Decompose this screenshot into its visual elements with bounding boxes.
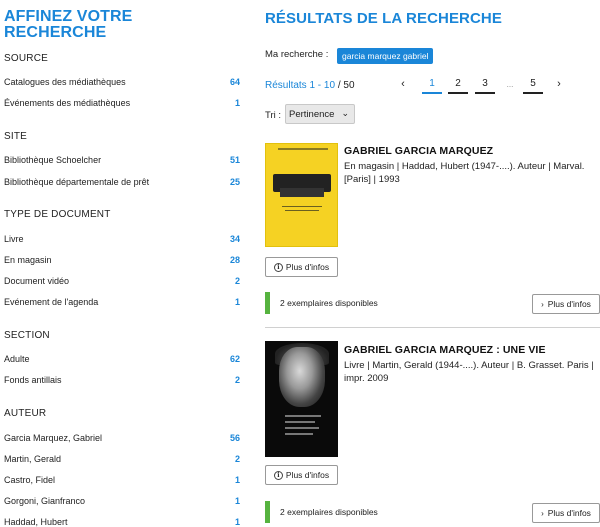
facet-label: Garcia Marquez, Gabriel <box>4 433 103 443</box>
search-query-tag[interactable]: garcia marquez gabriel <box>337 48 434 64</box>
facet-label: Martin, Gerald <box>4 454 62 464</box>
more-info-copies-button[interactable]: › Plus d'infos <box>532 294 600 314</box>
result-title[interactable]: GABRIEL GARCIA MARQUEZ <box>344 145 493 157</box>
facet-label: Adulte <box>4 354 30 364</box>
facet-sidebar: AFFINEZ VOTRE RECHERCHE SOURCE Catalogue… <box>0 0 245 527</box>
results-title: RÉSULTATS DE LA RECHERCHE <box>265 10 502 27</box>
facet-count: 1 <box>234 297 240 307</box>
availability-indicator <box>265 292 270 314</box>
facet-label: Haddad, Hubert <box>4 517 68 527</box>
info-icon: i <box>273 470 283 480</box>
more-info-label: Plus d'infos <box>285 470 330 480</box>
facet-count: 2 <box>234 375 240 385</box>
more-info-label: Plus d'infos <box>547 299 591 309</box>
facet-label: En magasin <box>4 255 52 265</box>
facet-count: 62 <box>229 354 240 364</box>
more-info-button[interactable]: i Plus d'infos <box>265 257 338 277</box>
facet-heading-source: SOURCE <box>4 53 48 64</box>
pagination-page-1[interactable]: 1 <box>422 74 442 94</box>
facet-count: 51 <box>229 155 240 165</box>
facet-item[interactable]: Castro, Fidel 1 <box>4 473 240 487</box>
chevron-right-icon: › <box>541 508 544 518</box>
result-description: En magasin | Haddad, Hubert (1947-....).… <box>344 161 585 185</box>
facet-count: 1 <box>234 98 240 108</box>
facet-label: Bibliothèque départementale de prêt <box>4 177 150 187</box>
facet-item[interactable]: Gorgoni, Gianfranco 1 <box>4 494 240 508</box>
facet-count: 2 <box>234 276 240 286</box>
result-description: Livre | Martin, Gerald (1944-....). Aute… <box>344 360 594 384</box>
facet-count: 2 <box>234 454 240 464</box>
sort-select[interactable]: Pertinence ⌄ <box>285 104 355 124</box>
pagination-page-2[interactable]: 2 <box>448 74 468 94</box>
book-cover-image[interactable] <box>265 143 338 247</box>
result-divider <box>265 327 600 328</box>
facet-item[interactable]: Document vidéo 2 <box>4 274 240 288</box>
facet-heading-site: SITE <box>4 131 28 142</box>
facet-count: 25 <box>229 177 240 187</box>
facet-item[interactable]: Haddad, Hubert 1 <box>4 515 240 527</box>
results-count: Résultats 1 - 10 / 50 <box>265 80 355 91</box>
more-info-label: Plus d'infos <box>285 262 330 272</box>
info-icon: i <box>273 262 283 272</box>
facet-heading-section: SECTION <box>4 330 50 341</box>
facet-item[interactable]: Événements des médiathèques 1 <box>4 96 240 110</box>
sort-label: Tri : <box>265 110 282 121</box>
pagination-prev[interactable]: ‹ <box>396 74 410 94</box>
pagination-ellipsis: ... <box>506 79 514 89</box>
search-label: Ma recherche : <box>265 49 329 60</box>
facet-count: 28 <box>229 255 240 265</box>
facet-label: Gorgoni, Gianfranco <box>4 496 86 506</box>
facet-label: Fonds antillais <box>4 375 62 385</box>
facet-label: Événements des médiathèques <box>4 98 131 108</box>
facet-label: Livre <box>4 234 24 244</box>
availability-text: 2 exemplaires disponibles <box>280 298 378 308</box>
facet-item[interactable]: Catalogues des médiathèques 64 <box>4 75 240 89</box>
results-total: / 50 <box>335 80 355 91</box>
result-title[interactable]: GABRIEL GARCIA MARQUEZ : UNE VIE <box>344 344 546 356</box>
more-info-label: Plus d'infos <box>547 508 591 518</box>
sidebar-title: AFFINEZ VOTRE RECHERCHE <box>4 8 133 41</box>
facet-label: Catalogues des médiathèques <box>4 77 126 87</box>
facet-item[interactable]: Bibliothèque Schoelcher 51 <box>4 153 240 167</box>
facet-label: Bibliothèque Schoelcher <box>4 155 102 165</box>
facet-count: 56 <box>229 433 240 443</box>
facet-heading-author: AUTEUR <box>4 408 47 419</box>
availability-indicator <box>265 501 270 523</box>
results-range: Résultats 1 - 10 <box>265 80 336 91</box>
book-cover-image[interactable] <box>265 341 338 457</box>
facet-label: Evénement de l'agenda <box>4 297 99 307</box>
pagination-next[interactable]: › <box>552 74 566 94</box>
facet-count: 64 <box>229 77 240 87</box>
chevron-right-icon: › <box>541 299 544 309</box>
more-info-copies-button[interactable]: › Plus d'infos <box>532 503 600 523</box>
chevron-down-icon: ⌄ <box>341 108 349 118</box>
facet-heading-doctype: TYPE DE DOCUMENT <box>4 209 111 220</box>
facet-item[interactable]: Martin, Gerald 2 <box>4 452 240 466</box>
pagination-page-5[interactable]: 5 <box>523 74 543 94</box>
facet-label: Document vidéo <box>4 276 70 286</box>
facet-item[interactable]: Bibliothèque départementale de prêt 25 <box>4 175 240 189</box>
availability-text: 2 exemplaires disponibles <box>280 507 378 517</box>
more-info-button[interactable]: i Plus d'infos <box>265 465 338 485</box>
facet-item[interactable]: En magasin 28 <box>4 253 240 267</box>
facet-count: 1 <box>234 496 240 506</box>
facet-item[interactable]: Evénement de l'agenda 1 <box>4 295 240 309</box>
facet-item[interactable]: Garcia Marquez, Gabriel 56 <box>4 431 240 445</box>
facet-count: 1 <box>234 475 240 485</box>
pagination-page-3[interactable]: 3 <box>475 74 495 94</box>
sort-value: Pertinence <box>289 108 335 120</box>
facet-label: Castro, Fidel <box>4 475 56 485</box>
facet-count: 34 <box>229 234 240 244</box>
facet-item[interactable]: Adulte 62 <box>4 352 240 366</box>
facet-item[interactable]: Livre 34 <box>4 232 240 246</box>
facet-count: 1 <box>234 517 240 527</box>
facet-item[interactable]: Fonds antillais 2 <box>4 373 240 387</box>
